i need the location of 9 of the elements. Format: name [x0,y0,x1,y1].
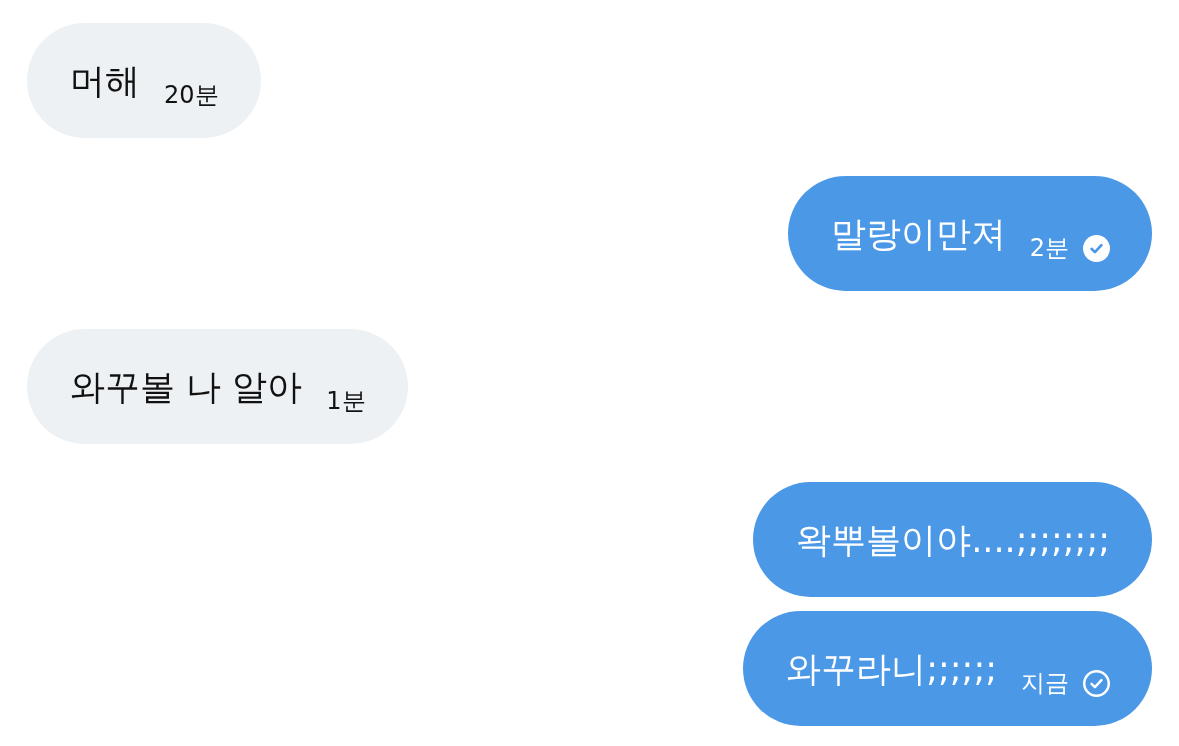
timestamp: 1분 [326,387,366,416]
timestamp: 지금 [1021,669,1069,698]
timestamp: 20분 [164,81,219,110]
message-text: 머해 [70,59,140,102]
timestamp: 2분 [1029,234,1069,263]
message-text: 왁뿌볼이야....;;;;;;;; [796,518,1110,561]
message-text: 말랑이만져 [830,212,1006,255]
message-text: 와꾸볼 나 알아 [70,365,303,408]
message-text: 와꾸라니;;;;;; [786,647,997,690]
